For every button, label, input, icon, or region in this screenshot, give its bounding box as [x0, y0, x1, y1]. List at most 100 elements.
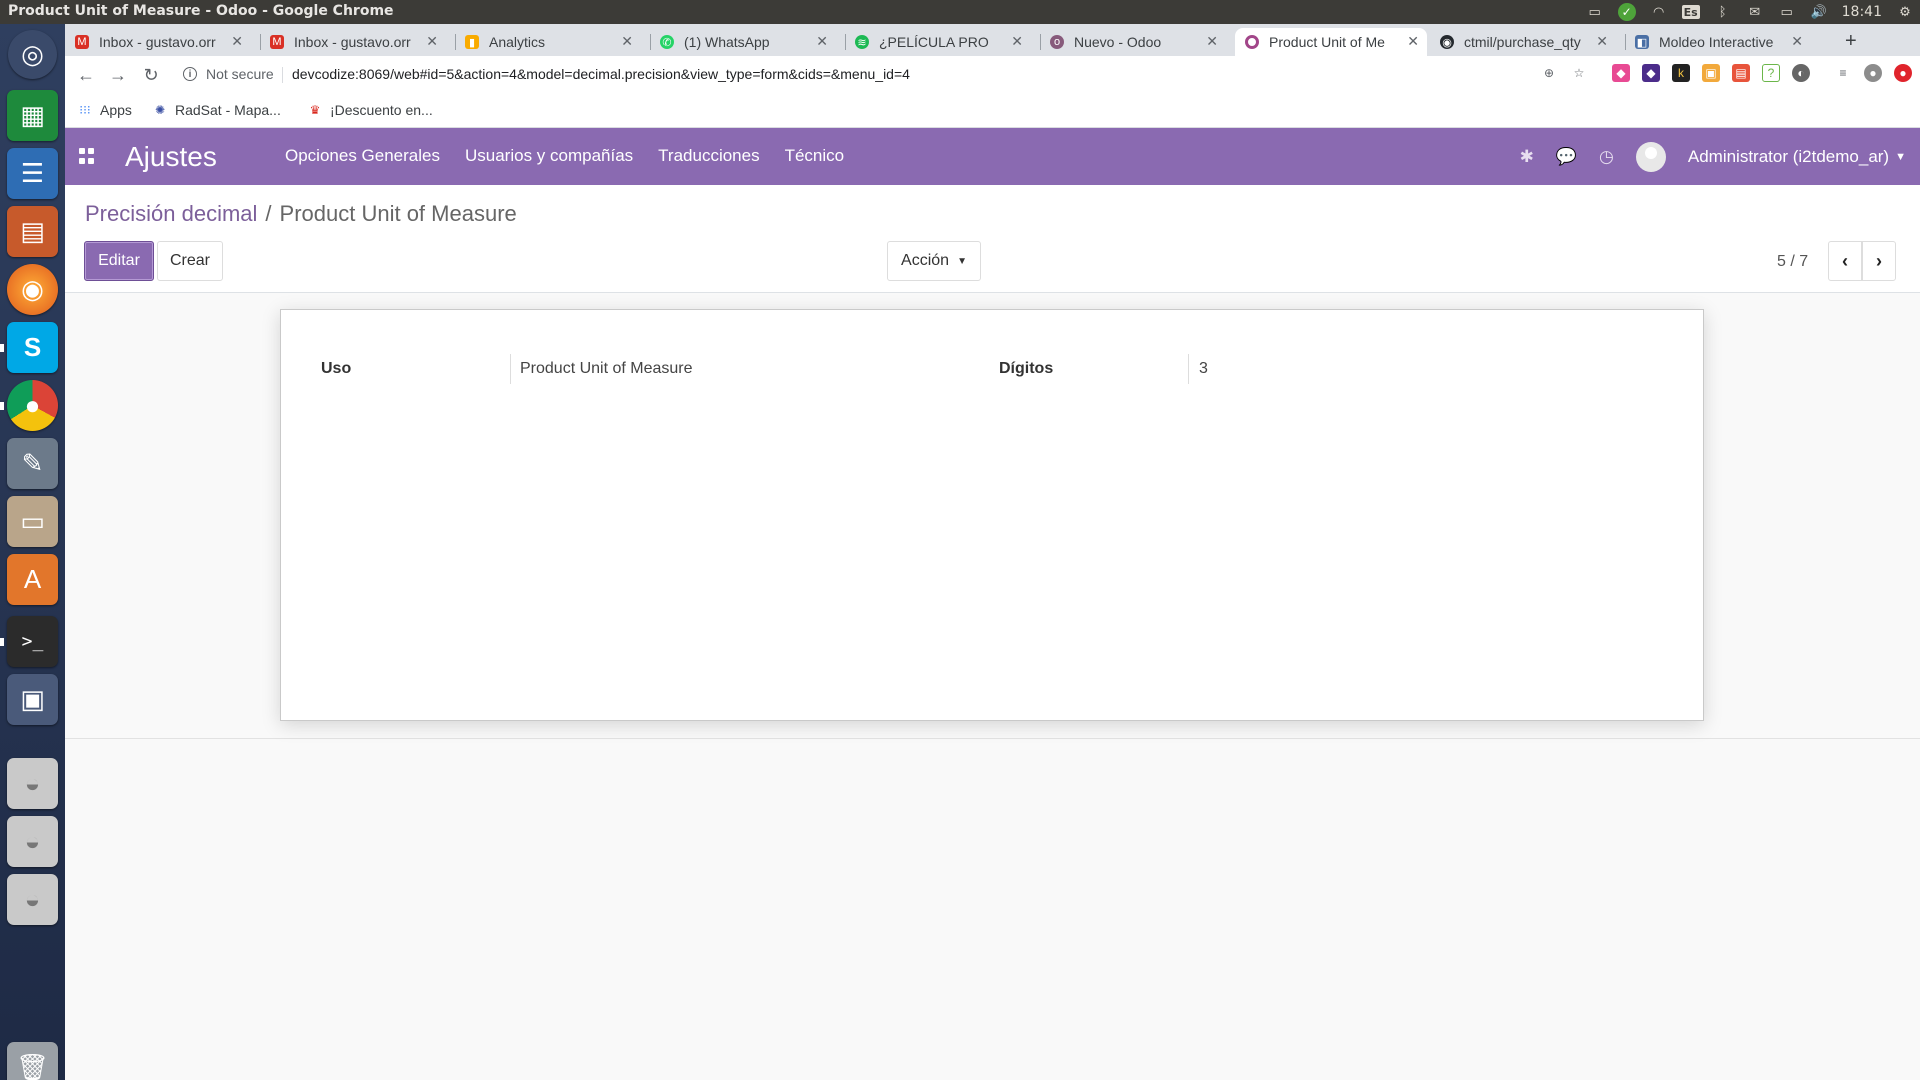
apps-menu-icon[interactable]: [79, 148, 95, 164]
bookmark-apps[interactable]: ⁝⁝⁝ Apps: [78, 102, 132, 118]
forward-arrow-icon[interactable]: →: [107, 64, 129, 86]
drive-disk-icon[interactable]: ◒: [7, 874, 58, 925]
extension-icon[interactable]: ?: [1762, 64, 1780, 82]
extension-icon[interactable]: ◆: [1612, 64, 1630, 82]
software-center-icon[interactable]: A: [7, 554, 58, 605]
menu-item-users-companies[interactable]: Usuarios y compañías: [465, 146, 633, 166]
browser-tab[interactable]: ≋ ¿PELÍCULA PRO ✕: [845, 28, 1031, 56]
media-menu-icon[interactable]: ≡: [1834, 64, 1852, 82]
address-bar[interactable]: devcodize:8069/web#id=5&action=4&model=d…: [292, 66, 910, 82]
browser-tab[interactable]: ◉ ctmil/purchase_qty ✕: [1430, 28, 1616, 56]
spotify-icon: ≋: [855, 35, 869, 49]
pager-value[interactable]: 5 / 7: [1777, 253, 1808, 271]
browser-tab[interactable]: o Nuevo - Odoo ✕: [1040, 28, 1226, 56]
zoom-icon[interactable]: ⊕: [1540, 64, 1558, 82]
security-indicator[interactable]: Not secure: [206, 66, 274, 82]
battery-icon[interactable]: ▭: [1778, 5, 1796, 20]
extension-icon[interactable]: ◐: [1792, 64, 1810, 82]
close-tab-icon[interactable]: ✕: [1011, 33, 1023, 50]
chrome-icon[interactable]: ●: [7, 380, 58, 431]
app-title[interactable]: Ajustes: [125, 141, 217, 173]
analytics-icon: ▮: [465, 35, 479, 49]
menu-item-general-settings[interactable]: Opciones Generales: [285, 146, 440, 166]
avatar[interactable]: [1635, 142, 1666, 172]
tab-label: ctmil/purchase_qty: [1464, 34, 1581, 50]
menu-item-technical[interactable]: Técnico: [785, 146, 845, 166]
close-tab-icon[interactable]: ✕: [1206, 33, 1218, 50]
tab-label: Moldeo Interactive: [1659, 34, 1774, 50]
site-info-icon[interactable]: i: [183, 67, 197, 81]
extension-icon[interactable]: ▣: [1702, 64, 1720, 82]
browser-tab[interactable]: ◧ Moldeo Interactive ✕: [1625, 28, 1811, 56]
bookmarks-bar: ⁝⁝⁝ Apps ✺ RadSat - Mapa... ♛ ¡Descuento…: [65, 94, 1920, 128]
reload-icon[interactable]: ↻: [140, 64, 162, 86]
wifi-icon[interactable]: ◠: [1650, 5, 1668, 20]
pager-next-button[interactable]: ›: [1862, 241, 1896, 281]
browser-menu-icon[interactable]: ●: [1894, 64, 1912, 82]
user-menu[interactable]: Administrator (i2tdemo_ar): [1688, 147, 1889, 167]
breadcrumb-separator: /: [265, 201, 272, 226]
menu-item-translations[interactable]: Traducciones: [658, 146, 759, 166]
activities-clock-icon[interactable]: ◷: [1599, 147, 1614, 167]
workspace-switcher-icon[interactable]: ▣: [7, 674, 58, 725]
terminal-icon[interactable]: >_: [7, 616, 58, 667]
create-button[interactable]: Crear: [157, 241, 223, 281]
close-tab-icon[interactable]: ✕: [1596, 33, 1608, 50]
close-tab-icon[interactable]: ✕: [621, 33, 633, 50]
sync-check-icon[interactable]: ✓: [1617, 3, 1636, 21]
bookmark-star-icon[interactable]: ☆: [1570, 64, 1588, 82]
bluetooth-icon[interactable]: ᛒ: [1714, 5, 1732, 20]
extension-icon[interactable]: ◆: [1642, 64, 1660, 82]
system-tools-icon[interactable]: ✎: [7, 438, 58, 489]
trash-icon[interactable]: 🗑: [7, 1042, 58, 1080]
drive-icon[interactable]: ▭: [1586, 5, 1604, 20]
profile-icon[interactable]: ●: [1864, 64, 1882, 82]
odoo-app: Ajustes Opciones Generales Usuarios y co…: [65, 128, 1920, 1080]
pager-previous-button[interactable]: ‹: [1828, 241, 1862, 281]
bookmark-radsat[interactable]: ✺ RadSat - Mapa...: [153, 102, 281, 118]
browser-tab[interactable]: M Inbox - gustavo.orr ✕: [65, 28, 251, 56]
caret-down-icon[interactable]: ▼: [1895, 151, 1906, 163]
browser-toolbar: ← → ↻ i Not secure devcodize:8069/web#id…: [65, 56, 1920, 94]
browser-tab[interactable]: ▮ Analytics ✕: [455, 28, 641, 56]
form-view: Uso Product Unit of Measure Dígitos 3: [65, 293, 1920, 739]
bookmark-discount[interactable]: ♛ ¡Descuento en...: [308, 102, 433, 118]
libreoffice-writer-icon[interactable]: ☰: [7, 148, 58, 199]
ubuntu-dash-icon[interactable]: ◎: [8, 30, 57, 79]
browser-tab[interactable]: ✆ (1) WhatsApp ✕: [650, 28, 836, 56]
bookmark-label: ¡Descuento en...: [330, 102, 433, 118]
digits-field-label: Dígitos: [999, 360, 1054, 377]
breadcrumb-parent-link[interactable]: Precisión decimal: [85, 201, 257, 227]
browser-tab[interactable]: M Inbox - gustavo.orr ✕: [260, 28, 446, 56]
odoo-icon: [1245, 35, 1259, 49]
browser-tab-active[interactable]: Product Unit of Me ✕: [1235, 28, 1427, 56]
back-arrow-icon[interactable]: ←: [75, 64, 97, 86]
close-tab-icon[interactable]: ✕: [1791, 33, 1803, 50]
settings-gear-icon[interactable]: ⚙: [1896, 5, 1914, 20]
volume-icon[interactable]: 🔊: [1810, 5, 1828, 20]
navbar-systray: ✱ 💬 ◷ Administrator (i2tdemo_ar) ▼: [1520, 142, 1906, 172]
debug-bug-icon[interactable]: ✱: [1520, 147, 1534, 167]
terminal-running-indicator: [0, 638, 4, 646]
close-tab-icon[interactable]: ✕: [231, 33, 243, 50]
file-manager-icon[interactable]: ▭: [7, 496, 58, 547]
firefox-icon[interactable]: ◉: [7, 264, 58, 315]
clock[interactable]: 18:41: [1842, 4, 1882, 20]
drive-disk-icon[interactable]: ◒: [7, 758, 58, 809]
skype-icon[interactable]: S: [7, 322, 58, 373]
keyboard-language-indicator[interactable]: Es: [1681, 5, 1700, 19]
close-tab-icon[interactable]: ✕: [816, 33, 828, 50]
mail-icon[interactable]: ✉: [1746, 5, 1764, 20]
conversations-icon[interactable]: 💬: [1556, 147, 1577, 167]
drive-disk-icon[interactable]: ◒: [7, 816, 58, 867]
action-dropdown-button[interactable]: Acción ▼: [887, 241, 981, 281]
extension-icon[interactable]: k: [1672, 64, 1690, 82]
libreoffice-impress-icon[interactable]: ▤: [7, 206, 58, 257]
close-tab-icon[interactable]: ✕: [1407, 33, 1419, 50]
edit-button[interactable]: Editar: [84, 241, 154, 281]
libreoffice-calc-icon[interactable]: ▦: [7, 90, 58, 141]
close-tab-icon[interactable]: ✕: [426, 33, 438, 50]
control-panel: Precisión decimal / Product Unit of Meas…: [65, 185, 1920, 293]
new-tab-plus-icon[interactable]: +: [1845, 30, 1857, 53]
extension-icon[interactable]: ▤: [1732, 64, 1750, 82]
